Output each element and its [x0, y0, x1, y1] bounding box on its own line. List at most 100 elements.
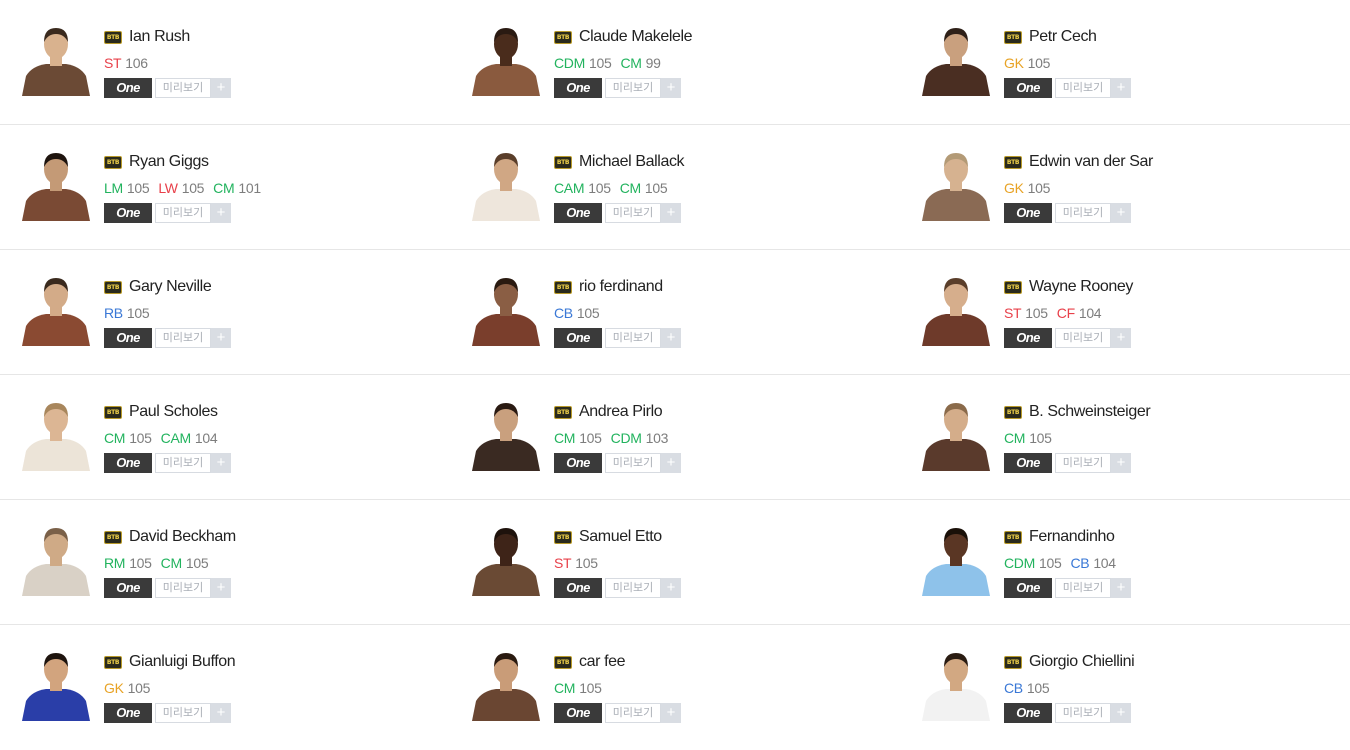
player-name[interactable]: Ryan Giggs: [129, 153, 209, 171]
add-compare-button[interactable]: +: [211, 328, 231, 348]
preview-button[interactable]: 미리보기: [605, 703, 661, 723]
player-card[interactable]: BTB Gianluigi Buffon GK 105 One 미리보기 +: [0, 625, 450, 750]
preview-button[interactable]: 미리보기: [155, 578, 211, 598]
add-compare-button[interactable]: +: [211, 703, 231, 723]
add-compare-button[interactable]: +: [661, 703, 681, 723]
player-name[interactable]: Ian Rush: [129, 28, 190, 46]
add-compare-button[interactable]: +: [211, 203, 231, 223]
preview-button[interactable]: 미리보기: [605, 78, 661, 98]
player-name[interactable]: Michael Ballack: [579, 153, 685, 171]
one-button[interactable]: One: [1004, 78, 1052, 98]
preview-button[interactable]: 미리보기: [1055, 203, 1111, 223]
preview-button[interactable]: 미리보기: [155, 203, 211, 223]
preview-button[interactable]: 미리보기: [1055, 453, 1111, 473]
player-photo[interactable]: [918, 20, 994, 96]
add-compare-button[interactable]: +: [661, 328, 681, 348]
player-name[interactable]: car fee: [579, 653, 626, 671]
player-photo[interactable]: [18, 270, 94, 346]
preview-button[interactable]: 미리보기: [155, 328, 211, 348]
player-photo[interactable]: [468, 645, 544, 721]
player-name[interactable]: Gianluigi Buffon: [129, 653, 236, 671]
player-name[interactable]: B. Schweinsteiger: [1029, 403, 1151, 421]
player-card[interactable]: BTB car fee CM 105 One 미리보기 +: [450, 625, 900, 750]
one-button[interactable]: One: [554, 203, 602, 223]
one-button[interactable]: One: [104, 328, 152, 348]
add-compare-button[interactable]: +: [661, 78, 681, 98]
player-name[interactable]: Andrea Pirlo: [579, 403, 663, 421]
player-photo[interactable]: [468, 270, 544, 346]
add-compare-button[interactable]: +: [211, 78, 231, 98]
preview-button[interactable]: 미리보기: [605, 453, 661, 473]
player-photo[interactable]: [468, 145, 544, 221]
player-card[interactable]: BTB Fernandinho CDM 105 CB 104 One 미리보기 +: [900, 500, 1350, 624]
add-compare-button[interactable]: +: [1111, 78, 1131, 98]
one-button[interactable]: One: [1004, 328, 1052, 348]
player-card[interactable]: BTB Paul Scholes CM 105 CAM 104 One 미리보기 +: [0, 375, 450, 499]
player-card[interactable]: BTB B. Schweinsteiger CM 105 One 미리보기 +: [900, 375, 1350, 499]
player-name[interactable]: Paul Scholes: [129, 403, 218, 421]
player-name[interactable]: David Beckham: [129, 528, 236, 546]
one-button[interactable]: One: [104, 703, 152, 723]
add-compare-button[interactable]: +: [1111, 328, 1131, 348]
add-compare-button[interactable]: +: [661, 578, 681, 598]
player-photo[interactable]: [468, 520, 544, 596]
player-photo[interactable]: [918, 270, 994, 346]
player-card[interactable]: BTB David Beckham RM 105 CM 105 One 미리보기 +: [0, 500, 450, 624]
preview-button[interactable]: 미리보기: [605, 578, 661, 598]
player-card[interactable]: BTB Ryan Giggs LM 105 LW 105 CM 101 One 미리보기 +: [0, 125, 450, 249]
player-name[interactable]: Petr Cech: [1029, 28, 1097, 46]
player-name[interactable]: Gary Neville: [129, 278, 212, 296]
player-card[interactable]: BTB Petr Cech GK 105 One 미리보기 +: [900, 0, 1350, 124]
player-card[interactable]: BTB Wayne Rooney ST 105 CF 104 One 미리보기 +: [900, 250, 1350, 374]
player-name[interactable]: Claude Makelele: [579, 28, 693, 46]
player-card[interactable]: BTB Edwin van der Sar GK 105 One 미리보기 +: [900, 125, 1350, 249]
player-name[interactable]: Giorgio Chiellini: [1029, 653, 1135, 671]
player-card[interactable]: BTB Giorgio Chiellini CB 105 One 미리보기 +: [900, 625, 1350, 750]
preview-button[interactable]: 미리보기: [1055, 578, 1111, 598]
add-compare-button[interactable]: +: [661, 203, 681, 223]
player-card[interactable]: BTB Samuel Etto ST 105 One 미리보기 +: [450, 500, 900, 624]
preview-button[interactable]: 미리보기: [1055, 328, 1111, 348]
player-card[interactable]: BTB Claude Makelele CDM 105 CM 99 One 미리보기 +: [450, 0, 900, 124]
preview-button[interactable]: 미리보기: [1055, 78, 1111, 98]
preview-button[interactable]: 미리보기: [605, 203, 661, 223]
one-button[interactable]: One: [104, 578, 152, 598]
one-button[interactable]: One: [1004, 203, 1052, 223]
one-button[interactable]: One: [1004, 703, 1052, 723]
player-photo[interactable]: [918, 645, 994, 721]
player-photo[interactable]: [468, 395, 544, 471]
player-photo[interactable]: [918, 145, 994, 221]
preview-button[interactable]: 미리보기: [155, 453, 211, 473]
player-photo[interactable]: [918, 395, 994, 471]
player-card[interactable]: BTB Michael Ballack CAM 105 CM 105 One 미리보기 +: [450, 125, 900, 249]
player-card[interactable]: BTB Ian Rush ST 106 One 미리보기 +: [0, 0, 450, 124]
one-button[interactable]: One: [104, 203, 152, 223]
one-button[interactable]: One: [554, 453, 602, 473]
player-photo[interactable]: [18, 20, 94, 96]
one-button[interactable]: One: [554, 78, 602, 98]
one-button[interactable]: One: [1004, 453, 1052, 473]
player-card[interactable]: BTB Andrea Pirlo CM 105 CDM 103 One 미리보기 +: [450, 375, 900, 499]
preview-button[interactable]: 미리보기: [155, 78, 211, 98]
add-compare-button[interactable]: +: [1111, 203, 1131, 223]
one-button[interactable]: One: [554, 578, 602, 598]
player-card[interactable]: BTB Gary Neville RB 105 One 미리보기 +: [0, 250, 450, 374]
preview-button[interactable]: 미리보기: [605, 328, 661, 348]
player-photo[interactable]: [18, 145, 94, 221]
one-button[interactable]: One: [554, 703, 602, 723]
player-name[interactable]: rio ferdinand: [579, 278, 663, 296]
player-photo[interactable]: [18, 645, 94, 721]
player-name[interactable]: Samuel Etto: [579, 528, 662, 546]
preview-button[interactable]: 미리보기: [155, 703, 211, 723]
player-name[interactable]: Wayne Rooney: [1029, 278, 1133, 296]
preview-button[interactable]: 미리보기: [1055, 703, 1111, 723]
player-photo[interactable]: [468, 20, 544, 96]
add-compare-button[interactable]: +: [661, 453, 681, 473]
player-card[interactable]: BTB rio ferdinand CB 105 One 미리보기 +: [450, 250, 900, 374]
one-button[interactable]: One: [554, 328, 602, 348]
one-button[interactable]: One: [1004, 578, 1052, 598]
player-name[interactable]: Fernandinho: [1029, 528, 1115, 546]
player-photo[interactable]: [18, 520, 94, 596]
add-compare-button[interactable]: +: [1111, 453, 1131, 473]
add-compare-button[interactable]: +: [211, 578, 231, 598]
